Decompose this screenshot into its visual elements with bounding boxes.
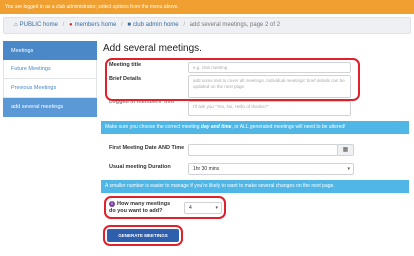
page-title: Add several meetings. [103, 43, 202, 54]
breadcrumb-separator: / [120, 22, 123, 28]
logged-in-members-info-textarea[interactable]: I'll ask you "Yes, No, Hello of thanks?" [188, 101, 351, 116]
info-bar: A smaller number is easier to manage if … [101, 180, 409, 193]
calendar-icon: ▦ [342, 147, 349, 153]
sidebar-item-meetings[interactable]: Meetings [3, 41, 97, 60]
first-meeting-date-label: First Meeting Date AND Time [109, 145, 185, 151]
meeting-duration-value: 1hr 30 mins [193, 166, 220, 172]
home-icon: ⌂ [14, 22, 18, 28]
highlight-frame-title-details [105, 58, 360, 101]
warning-bar-text-end: , or ALL generated meetings will need to… [231, 124, 346, 130]
breadcrumb-members-home[interactable]: members home [75, 22, 117, 28]
club-icon: ■ [127, 22, 131, 28]
warning-bar-text: Make sure you choose the correct meeting [105, 124, 201, 130]
warning-bar-emphasis: day and time [200, 124, 232, 130]
meeting-duration-select[interactable]: 1hr 30 mins ▾ [188, 163, 354, 175]
chevron-down-icon: ▾ [347, 166, 350, 172]
sidebar-item-future-meetings[interactable]: Future Meetings [3, 60, 97, 79]
meeting-duration-label: Usual meeting Duration [109, 164, 171, 170]
sidebar-item-add-several-meetings[interactable]: add several meetings [3, 98, 97, 117]
sidebar-item-previous-meetings[interactable]: Previous Meetings [3, 79, 97, 98]
highlight-frame-meeting-count [104, 196, 226, 219]
highlight-frame-generate-button [103, 225, 183, 246]
first-meeting-date-input[interactable] [188, 144, 338, 156]
breadcrumb-separator: / [62, 22, 65, 28]
breadcrumb-public-home[interactable]: PUBLIC home [20, 22, 58, 28]
breadcrumb-club-admin-home[interactable]: club admin home [133, 22, 179, 28]
warning-bar: Make sure you choose the correct meeting… [101, 121, 409, 134]
sidebar: Meetings Future Meetings Previous Meetin… [3, 41, 97, 117]
breadcrumb-current-page: add several meetings, page 2 of 2 [189, 22, 281, 28]
breadcrumb-separator: / [183, 22, 185, 28]
breadcrumb: ⌂ PUBLIC home / ● members home / ■ club adm… [3, 17, 411, 34]
user-icon: ● [69, 22, 73, 28]
main-panel: Add several meetings. Meeting title e.g.… [101, 41, 411, 253]
calendar-button[interactable]: ▦ [337, 144, 354, 156]
logged-in-notice-bar: You are logged in as a club administrato… [0, 0, 414, 14]
